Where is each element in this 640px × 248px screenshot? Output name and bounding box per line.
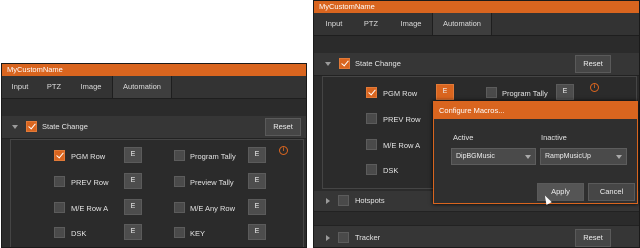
active-label: Active <box>453 133 474 142</box>
state-change-checkbox[interactable] <box>339 58 350 69</box>
dsk-label: DSK <box>71 229 87 238</box>
collapse-arrow-icon[interactable] <box>325 62 331 66</box>
pgm-row-edit-button[interactable]: E <box>124 147 142 163</box>
tab-input[interactable]: Input <box>320 13 348 35</box>
key-edit-button[interactable]: E <box>248 224 266 240</box>
tracker-reset-button[interactable]: Reset <box>575 229 611 247</box>
tab-automation[interactable]: Automation <box>432 13 492 35</box>
prev-row-checkbox[interactable] <box>366 113 377 124</box>
info-icon[interactable]: i <box>590 83 599 92</box>
cancel-button[interactable]: Cancel <box>588 183 635 201</box>
state-change-label: State Change <box>42 122 88 131</box>
program-tally-edit-button[interactable]: E <box>248 147 266 163</box>
tab-ptz[interactable]: PTZ <box>42 76 66 98</box>
left-window-title: MyCustomName <box>2 64 306 76</box>
configure-macros-dialog: Configure Macros... Active Inactive DipB… <box>433 101 638 204</box>
dsk-edit-button[interactable]: E <box>124 224 142 240</box>
prev-row-label: PREV Row <box>383 115 421 124</box>
dsk-checkbox[interactable] <box>366 164 377 175</box>
prev-row-label: PREV Row <box>71 178 109 187</box>
tab-input[interactable]: Input <box>6 76 34 98</box>
state-change-header[interactable]: State Change Reset <box>314 53 639 76</box>
left-tab-bar: Input PTZ Image Automation <box>2 76 306 99</box>
state-change-label: State Change <box>355 59 401 68</box>
tracker-header[interactable]: Tracker Reset <box>314 225 639 247</box>
me-row-a-checkbox[interactable] <box>366 139 377 150</box>
me-row-a-checkbox[interactable] <box>54 202 65 213</box>
prev-row-checkbox[interactable] <box>54 176 65 187</box>
tracker-label: Tracker <box>355 233 381 242</box>
preview-tally-label: Preview Tally <box>190 178 234 187</box>
tab-ptz[interactable]: PTZ <box>358 13 384 35</box>
right-tab-bar: Input PTZ Image Automation <box>314 13 639 36</box>
tab-image[interactable]: Image <box>74 76 108 98</box>
me-any-row-label: M/E Any Row <box>190 204 236 213</box>
me-row-a-edit-button[interactable]: E <box>124 199 142 215</box>
left-panel: MyCustomName Input PTZ Image Automation … <box>1 63 307 248</box>
right-window-title: MyCustomName <box>314 1 639 13</box>
active-macro-select[interactable]: DipBGMusic <box>451 148 536 165</box>
inactive-macro-select[interactable]: RampMusicUp <box>540 148 627 165</box>
state-change-header[interactable]: State Change Reset <box>2 116 306 139</box>
program-tally-checkbox[interactable] <box>174 150 185 161</box>
key-checkbox[interactable] <box>174 227 185 238</box>
pgm-row-checkbox[interactable] <box>54 150 65 161</box>
pgm-row-label: PGM Row <box>383 89 418 98</box>
key-label: KEY <box>190 229 206 238</box>
program-tally-edit-button[interactable]: E <box>556 84 574 100</box>
dsk-checkbox[interactable] <box>54 227 65 238</box>
pgm-row-checkbox[interactable] <box>366 87 377 98</box>
pgm-row-edit-button[interactable]: E <box>436 84 454 100</box>
expand-arrow-icon[interactable] <box>326 235 330 241</box>
expand-arrow-icon[interactable] <box>326 198 330 204</box>
program-tally-label: Program Tally <box>502 89 548 98</box>
reset-button[interactable]: Reset <box>265 118 301 136</box>
me-any-row-edit-button[interactable]: E <box>248 199 266 215</box>
info-icon[interactable]: i <box>279 146 288 155</box>
hotspots-checkbox[interactable] <box>338 195 349 206</box>
hotspots-label: Hotspots <box>355 196 385 205</box>
chevron-down-icon <box>616 155 622 159</box>
me-row-a-label: M/E Row A <box>71 204 109 213</box>
inactive-macro-value: RampMusicUp <box>545 153 591 160</box>
active-macro-value: DipBGMusic <box>456 153 495 160</box>
preview-tally-edit-button[interactable]: E <box>248 173 266 189</box>
me-row-a-label: M/E Row A <box>383 141 421 150</box>
program-tally-label: Program Tally <box>190 152 236 161</box>
dialog-title: Configure Macros... <box>434 102 637 119</box>
inactive-label: Inactive <box>541 133 567 142</box>
collapse-arrow-icon[interactable] <box>12 125 18 129</box>
preview-tally-checkbox[interactable] <box>174 176 185 187</box>
tab-image[interactable]: Image <box>394 13 428 35</box>
tracker-checkbox[interactable] <box>338 232 349 243</box>
prev-row-edit-button[interactable]: E <box>124 173 142 189</box>
tab-automation[interactable]: Automation <box>112 76 172 98</box>
reset-button[interactable]: Reset <box>575 55 611 73</box>
pgm-row-label: PGM Row <box>71 152 106 161</box>
chevron-down-icon <box>525 155 531 159</box>
program-tally-checkbox[interactable] <box>486 87 497 98</box>
me-any-row-checkbox[interactable] <box>174 202 185 213</box>
dsk-label: DSK <box>383 166 399 175</box>
state-change-checkbox[interactable] <box>26 121 37 132</box>
